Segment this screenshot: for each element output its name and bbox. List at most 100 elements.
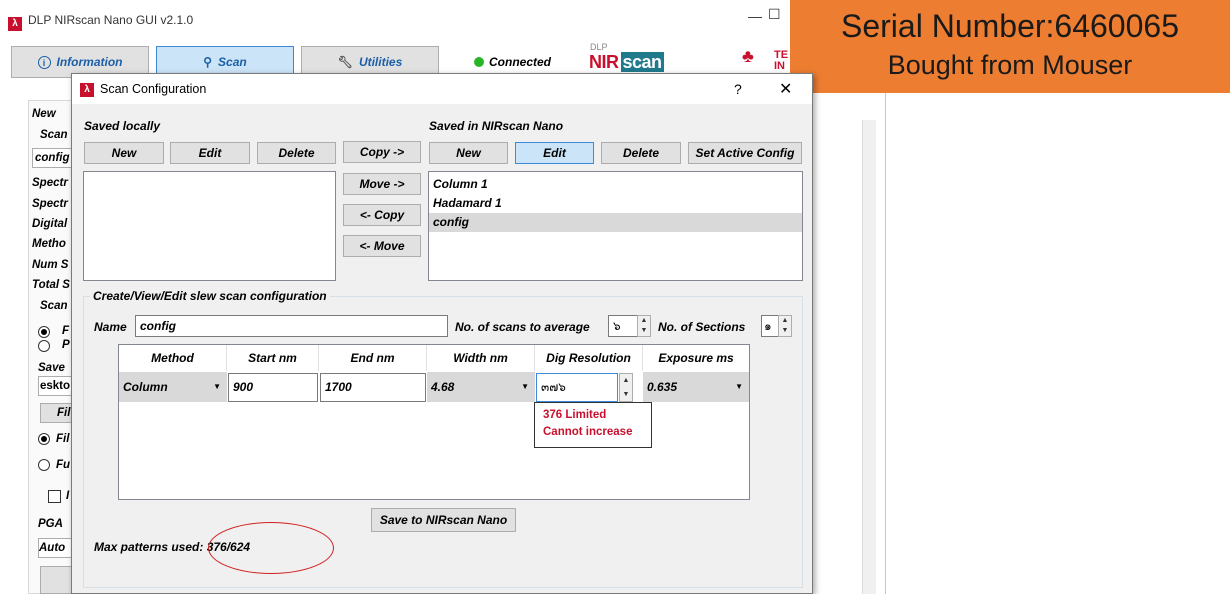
col-exposure-ms: Exposure ms (643, 345, 749, 371)
sections-grid: Method Start nm End nm Width nm Dig Reso… (118, 344, 750, 500)
panel-checkbox-label: I (66, 490, 70, 502)
panel-radio-fu[interactable] (38, 459, 50, 471)
wrench-icon: 🔧︎ (337, 55, 353, 69)
spin-down-icon[interactable]: ▼ (638, 326, 650, 336)
device-edit-button[interactable]: Edit (515, 142, 594, 164)
width-nm-select[interactable]: 4.68 ▼ (427, 372, 535, 402)
exposure-select[interactable]: 0.635 ▼ (643, 372, 749, 402)
tab-utilities-label: Utilities (358, 55, 403, 69)
close-button[interactable]: ✕ (779, 79, 792, 99)
dialog-title: Scan Configuration (100, 82, 207, 96)
panel-scan-group-label: Scan (40, 129, 68, 141)
info-icon: i (37, 55, 51, 69)
dropdown-arrow-icon: ▼ (521, 382, 529, 391)
saved-device-title: Saved in NIRscan Nano (429, 119, 564, 133)
num-scans-spin[interactable]: ▲ ▼ (637, 315, 651, 337)
col-end-nm: End nm (319, 345, 427, 371)
move-to-device-button[interactable]: Move -> (343, 173, 421, 195)
serial-annotation: Serial Number:6460065 Bought from Mouser (790, 0, 1230, 93)
panel-radio-file-label: Fil (56, 433, 70, 445)
dlp-logo-text: DLP (590, 42, 608, 52)
nirscan-logo-suffix: scan (620, 52, 664, 72)
panel-checkbox[interactable] (48, 490, 61, 503)
nirscan-logo-prefix: NIR (589, 52, 619, 72)
resolution-limit-tooltip: 376 Limited Cannot increase (534, 402, 652, 448)
main-window-title-text: DLP NIRscan Nano GUI v2.1.0 (28, 13, 194, 27)
dig-resolution-spin[interactable]: ▲ ▼ (619, 373, 633, 402)
list-item-selected[interactable]: config (429, 213, 802, 232)
col-method: Method (119, 345, 227, 371)
width-nm-value: 4.68 (431, 380, 455, 394)
config-name-input[interactable]: config (135, 315, 448, 337)
ti-logo-text-line2: IN (774, 60, 785, 72)
device-new-button[interactable]: New (429, 142, 508, 164)
nirscan-logo: NIR scan (589, 52, 664, 73)
help-button[interactable]: ? (734, 81, 742, 97)
start-nm-input[interactable]: 900 (228, 373, 318, 402)
spin-down-icon[interactable]: ▼ (779, 326, 791, 336)
spin-down-icon[interactable]: ▼ (620, 388, 632, 402)
dialog-app-icon: λ (80, 83, 94, 97)
device-delete-button[interactable]: Delete (601, 142, 681, 164)
move-to-local-button[interactable]: <- Move (343, 235, 421, 257)
scan-configuration-dialog: λ Scan Configuration ? ✕ Saved locally N… (71, 73, 813, 594)
panel-save-label: Save (38, 362, 65, 374)
spin-up-icon[interactable]: ▲ (779, 316, 791, 326)
dropdown-arrow-icon: ▼ (735, 382, 743, 391)
method-select[interactable]: Column ▼ (119, 372, 227, 402)
local-edit-button[interactable]: Edit (170, 142, 250, 164)
local-config-list[interactable] (83, 171, 336, 281)
panel-radio-fu-label: Fu (56, 459, 71, 471)
highlight-ellipse (208, 522, 334, 574)
col-width-nm: Width nm (427, 345, 535, 371)
search-icon: ⚲ (203, 55, 213, 69)
method-value: Column (123, 380, 168, 394)
panel-radio-1[interactable] (38, 326, 50, 338)
tooltip-line: Cannot increase (543, 426, 633, 438)
tab-scan-label: Scan (218, 55, 247, 69)
local-delete-button[interactable]: Delete (257, 142, 336, 164)
tab-information-label: Information (56, 55, 123, 69)
name-label: Name (94, 320, 127, 334)
maximize-button[interactable]: ☐ (768, 6, 781, 23)
app-logo-icon: λ (8, 17, 22, 31)
dig-resolution-stepper[interactable]: ๓๗๖ (536, 373, 618, 402)
spin-up-icon[interactable]: ▲ (638, 316, 650, 326)
spin-up-icon[interactable]: ▲ (620, 374, 632, 388)
local-new-button[interactable]: New (84, 142, 164, 164)
copy-to-local-button[interactable]: <- Copy (343, 204, 421, 226)
col-start-nm: Start nm (227, 345, 319, 371)
save-to-device-button[interactable]: Save to NIRscan Nano (371, 508, 516, 532)
panel-radio-1-label: F (62, 325, 70, 337)
panel-radio-file[interactable] (38, 433, 50, 445)
copy-to-device-button[interactable]: Copy -> (343, 141, 421, 163)
minimize-button[interactable]: — (748, 8, 762, 24)
panel-scan-mode-label: Scan (40, 300, 68, 312)
exposure-value: 0.635 (647, 380, 678, 394)
num-scans-label: No. of scans to average (455, 320, 590, 334)
panel-row-label: Total S (32, 279, 70, 291)
num-sections-stepper[interactable]: ๑ (761, 315, 779, 337)
panel-new-tab[interactable]: New (32, 108, 56, 120)
panel-radio-2[interactable] (38, 340, 50, 352)
list-item[interactable]: Hadamard 1 (429, 194, 802, 213)
connection-status: Connected (489, 55, 552, 69)
panel-row-label: Metho (32, 238, 66, 250)
col-dig-resolution: Dig Resolution (535, 345, 643, 371)
serial-number-text: Serial Number:6460065 (841, 8, 1179, 44)
dropdown-arrow-icon: ▼ (213, 382, 221, 391)
tooltip-line: 376 Limited (543, 409, 607, 421)
list-item[interactable]: Column 1 (429, 175, 802, 194)
dialog-right-scrollbar[interactable] (862, 120, 876, 594)
end-nm-input[interactable]: 1700 (320, 373, 426, 402)
num-scans-stepper[interactable]: ๖ (608, 315, 638, 337)
num-sections-label: No. of Sections (658, 320, 746, 334)
device-config-list[interactable]: Column 1 Hadamard 1 config (428, 171, 803, 281)
panel-row-label: Spectr (32, 177, 68, 189)
ti-logo-text: TE IN (774, 50, 788, 72)
num-sections-spin[interactable]: ▲ ▼ (778, 315, 792, 337)
saved-locally-title: Saved locally (84, 119, 161, 133)
set-active-config-button[interactable]: Set Active Config (688, 142, 802, 164)
panel-row-label: Digital (32, 218, 68, 230)
main-window-title: λ DLP NIRscan Nano GUI v2.1.0 (8, 10, 194, 31)
